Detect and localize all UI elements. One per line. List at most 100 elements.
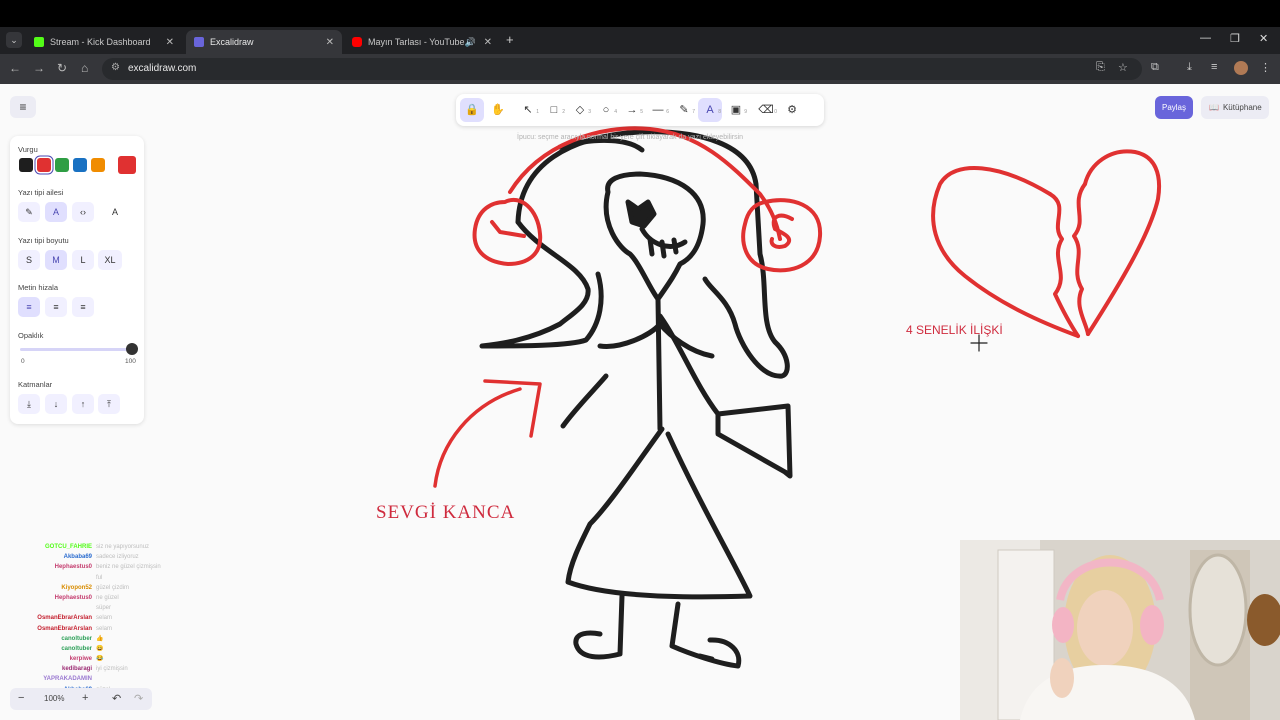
chat-username: OsmanEbrarArslan bbox=[37, 625, 92, 632]
chat-message: Kiyopon52 güzel çizdim bbox=[10, 583, 230, 593]
close-icon[interactable]: ✕ bbox=[166, 37, 174, 48]
main-menu-button[interactable]: ≡ bbox=[10, 96, 36, 118]
tab-excalidraw[interactable]: Excalidraw ✕ bbox=[186, 30, 342, 54]
browser-menu-icon[interactable]: ⋮ bbox=[1260, 61, 1271, 74]
chat-text: ful bbox=[96, 574, 103, 581]
window-close-icon[interactable]: ✕ bbox=[1259, 32, 1268, 45]
font-size-xl[interactable]: XL bbox=[98, 250, 122, 270]
browser-tab-strip: ⌄ Stream - Kick Dashboard ✕ Excalidraw ✕… bbox=[0, 27, 1280, 54]
back-icon[interactable]: ← bbox=[9, 61, 21, 75]
library-button[interactable]: 📖 Kütüphane bbox=[1201, 96, 1269, 119]
url-input[interactable]: ⚙ excalidraw.com bbox=[102, 58, 1142, 80]
chat-message: YAPRAKADAMIN bbox=[10, 674, 230, 684]
media-controls-icon[interactable]: ≡ bbox=[1211, 61, 1217, 73]
new-tab-icon[interactable]: + bbox=[506, 32, 514, 47]
hook-arrow-drawing bbox=[433, 379, 542, 488]
align-right-icon[interactable]: ≡ bbox=[72, 297, 94, 317]
lock-icon[interactable]: 🔒 bbox=[460, 98, 484, 122]
stroke-color-green[interactable] bbox=[55, 158, 69, 172]
font-size-label: Yazı tipi boyutu bbox=[18, 236, 69, 245]
excalidraw-favicon bbox=[194, 37, 204, 47]
font-normal-icon[interactable]: A bbox=[45, 202, 67, 222]
stroke-color-blue[interactable] bbox=[73, 158, 87, 172]
extra-tools-icon[interactable]: ⚙ bbox=[780, 98, 804, 122]
minimize-icon[interactable]: — bbox=[1200, 32, 1211, 44]
opacity-slider[interactable] bbox=[20, 348, 132, 351]
close-icon[interactable]: ✕ bbox=[484, 37, 492, 48]
ellipse-icon[interactable]: ○ 4 bbox=[594, 98, 618, 122]
font-size-s[interactable]: S bbox=[18, 250, 40, 270]
reload-icon[interactable]: ↻ bbox=[57, 61, 67, 75]
share-button[interactable]: Paylaş bbox=[1155, 96, 1193, 119]
arrow-icon[interactable]: → 5 bbox=[620, 98, 644, 122]
home-icon[interactable]: ⌂ bbox=[81, 61, 88, 75]
font-size-m[interactable]: M bbox=[45, 250, 67, 270]
select-icon[interactable]: ↖ 1 bbox=[516, 98, 540, 122]
tab-kick-dashboard[interactable]: Stream - Kick Dashboard ✕ bbox=[26, 30, 182, 54]
chat-username: YAPRAKADAMIN bbox=[43, 676, 92, 683]
stroke-color-red[interactable] bbox=[37, 158, 51, 172]
close-icon[interactable]: ✕ bbox=[326, 37, 334, 48]
opacity-min: 0 bbox=[21, 358, 25, 365]
library-label: Kütüphane bbox=[1222, 103, 1262, 112]
eraser-icon[interactable]: ⌫ 0 bbox=[754, 98, 778, 122]
hook-label[interactable]: SEVGİ KANCA bbox=[376, 502, 515, 524]
font-size-l[interactable]: L bbox=[72, 250, 94, 270]
text-align-label: Metin hizala bbox=[18, 283, 59, 292]
chat-text bbox=[96, 674, 230, 684]
bookmark-star-icon[interactable]: ☆ bbox=[1118, 61, 1128, 74]
youtube-favicon bbox=[352, 37, 362, 47]
chat-message: kerpiwe 😂 bbox=[10, 654, 230, 664]
site-info-icon[interactable]: ⚙ bbox=[111, 62, 120, 73]
text-icon[interactable]: A8 bbox=[698, 98, 722, 122]
stroke-color-black[interactable] bbox=[19, 158, 33, 172]
redo-icon[interactable]: ↷ bbox=[134, 692, 143, 705]
zoom-in-icon[interactable]: + bbox=[82, 692, 88, 704]
opacity-max: 100 bbox=[125, 358, 136, 365]
hand-icon[interactable]: ✋ bbox=[486, 98, 510, 122]
line-icon[interactable]: —6 bbox=[646, 98, 670, 122]
tab-search-icon[interactable]: ⌄ bbox=[6, 32, 22, 48]
zoom-out-icon[interactable]: − bbox=[18, 692, 24, 704]
chat-username: canoltuber bbox=[61, 635, 92, 642]
current-stroke-color[interactable] bbox=[118, 156, 136, 174]
font-hand-drawn-icon[interactable]: ✎ bbox=[18, 202, 40, 222]
tab-youtube[interactable]: Mayın Tarlası - YouTube 🔊 ✕ bbox=[344, 30, 500, 54]
rectangle-icon[interactable]: □ 2 bbox=[542, 98, 566, 122]
tool-glyph: → bbox=[626, 104, 638, 116]
chat-username: kerpiwe bbox=[69, 656, 92, 663]
chat-message: canoltuber 😄 bbox=[10, 644, 230, 654]
tool-shortcut-key: 7 bbox=[692, 109, 695, 115]
align-center-icon[interactable]: ≡ bbox=[45, 297, 67, 317]
image-icon[interactable]: ▣ 9 bbox=[724, 98, 748, 122]
forward-icon[interactable]: → bbox=[33, 61, 45, 75]
opacity-slider-knob[interactable] bbox=[126, 343, 138, 355]
pencil-icon[interactable]: ✎ 7 bbox=[672, 98, 696, 122]
diamond-icon[interactable]: ◇ 3 bbox=[568, 98, 592, 122]
download-icon[interactable]: ⤓ bbox=[1187, 61, 1192, 74]
webcam-overlay bbox=[960, 540, 1280, 720]
extensions-icon[interactable]: ⧉ bbox=[1151, 61, 1159, 74]
font-more-icon[interactable]: A bbox=[104, 202, 126, 222]
bring-to-front-icon[interactable]: ⤒ bbox=[98, 394, 120, 414]
send-backward-icon[interactable]: ↓ bbox=[45, 394, 67, 414]
install-app-icon[interactable]: ⎘ bbox=[1096, 61, 1105, 74]
tool-shortcut-key: 2 bbox=[562, 109, 565, 115]
chat-text: sadece izliyoruz bbox=[96, 554, 139, 561]
zoom-value[interactable]: 100% bbox=[44, 694, 64, 703]
chat-message: Akbaba69 sadece izliyoruz bbox=[10, 552, 230, 562]
stroke-color-orange[interactable] bbox=[91, 158, 105, 172]
restore-icon[interactable]: ❐ bbox=[1230, 32, 1240, 45]
undo-icon[interactable]: ↶ bbox=[112, 692, 121, 705]
align-left-icon[interactable]: ≡ bbox=[18, 297, 40, 317]
chat-username bbox=[10, 603, 92, 613]
os-top-bar bbox=[0, 0, 1280, 27]
font-code-icon[interactable]: ‹› bbox=[72, 202, 94, 222]
bring-forward-icon[interactable]: ↑ bbox=[72, 394, 94, 414]
relationship-label[interactable]: 4 SENELİK İLİŞKİ bbox=[906, 323, 1003, 337]
speaker-icon[interactable]: 🔊 bbox=[465, 37, 476, 48]
excalidraw-canvas[interactable]: 4 SENELİK İLİŞKİ SEVGİ KANCA ≡ 🔒 ✋ ↖ 1 □ 2 ◇ 3 ○… bbox=[0, 84, 1280, 720]
tool-glyph: ✎ bbox=[679, 104, 689, 116]
send-to-back-icon[interactable]: ⤓ bbox=[18, 394, 40, 414]
profile-avatar[interactable] bbox=[1234, 61, 1248, 75]
